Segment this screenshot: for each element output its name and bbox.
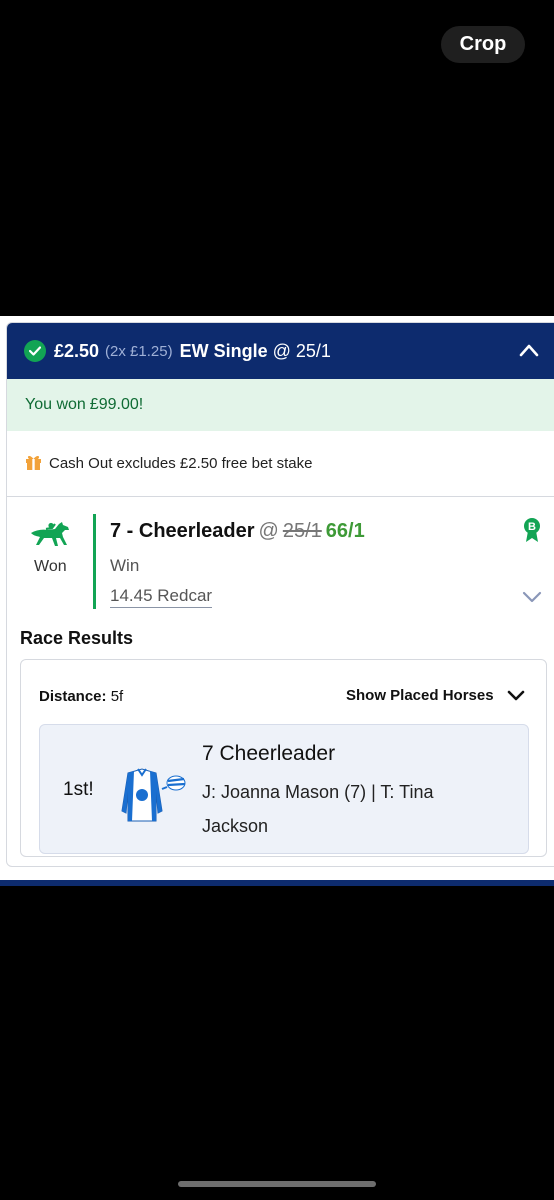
race-results-title: Race Results [20, 628, 134, 648]
runner-position: 1st! [63, 779, 94, 800]
won-text: You won [25, 396, 86, 413]
best-odds-badge-icon: B [523, 517, 541, 548]
chevron-down-icon[interactable] [522, 590, 542, 608]
next-bet-card-edge [0, 880, 554, 886]
check-icon [24, 340, 46, 362]
selection-name: 7 - Cheerleader [110, 520, 255, 542]
runner-card: 1st! 7 Cheerleader J: Joanna Mason (7) | [39, 724, 529, 854]
svg-text:B: B [528, 521, 536, 533]
distance-value: 5f [110, 688, 124, 705]
show-placed-horses-toggle[interactable]: Show Placed Horses [346, 687, 525, 704]
bet-type: EW Single [179, 340, 268, 361]
race-results-box: Distance: 5f Show Placed Horses 1st! 7 C… [20, 659, 547, 857]
distance: Distance: 5f [39, 688, 123, 705]
cashout-text: Cash Out excludes £2.50 free bet stake [49, 455, 313, 472]
crop-button[interactable]: Crop [441, 26, 525, 63]
won-suffix: ! [138, 396, 144, 413]
bet-stake: £2.50 [54, 340, 100, 361]
home-indicator[interactable] [178, 1181, 376, 1187]
won-banner: You won £99.00 ! [7, 379, 554, 431]
selection-row: Won 7 - Cheerleader @25/1 66/1 Win 14.45 R… [7, 497, 554, 625]
status-bar [93, 514, 96, 609]
jockey-silks-icon [112, 767, 188, 828]
original-odds: 25/1 [282, 520, 322, 542]
selection-title: 7 - Cheerleader @25/1 66/1 [110, 520, 365, 543]
bet-split: (2x £1.25) [105, 342, 173, 360]
bet-panel: £2.50 (2x £1.25) EW Single @ 25/1 You wo… [0, 316, 554, 882]
odds-at: @ [258, 520, 279, 542]
distance-label: Distance: [39, 688, 107, 705]
runner-name: 7 Cheerleader [202, 742, 336, 765]
cashout-note: Cash Out excludes £2.50 free bet stake [7, 431, 554, 497]
chevron-up-icon[interactable] [519, 341, 539, 362]
horse-racing-icon [28, 521, 72, 554]
runner-details: J: Joanna Mason (7) | T: Tina Jackson [202, 782, 434, 836]
selection-status: Won [34, 558, 67, 575]
show-placed-label: Show Placed Horses [346, 687, 494, 704]
market-name: Win [110, 556, 140, 575]
chevron-down-icon [507, 690, 524, 700]
boosted-odds: 66/1 [325, 520, 365, 542]
bet-header[interactable]: £2.50 (2x £1.25) EW Single @ 25/1 [7, 323, 554, 379]
bet-odds: @ 25/1 [272, 340, 331, 361]
gift-icon [24, 452, 43, 475]
won-amount: £99.00 [89, 396, 139, 413]
event-link[interactable]: 14.45 Redcar [110, 586, 213, 608]
bet-card: £2.50 (2x £1.25) EW Single @ 25/1 You wo… [6, 322, 554, 867]
